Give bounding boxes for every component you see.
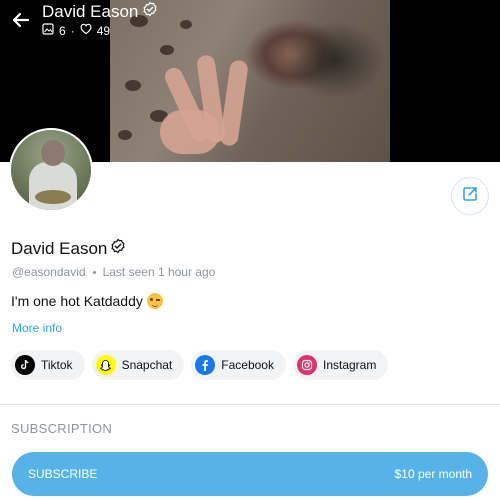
- social-label: Snapchat: [121, 358, 173, 372]
- image-icon: [42, 23, 54, 38]
- posts-count: 6: [59, 23, 66, 38]
- subscription-heading: SUBSCRIPTION: [11, 421, 113, 436]
- wink-emoji-icon: [146, 293, 163, 309]
- profile-name-group: David Eason: [11, 238, 126, 259]
- social-chip-snapchat[interactable]: Snapchat: [91, 350, 185, 380]
- verified-icon: [110, 238, 126, 259]
- cover-photo: [110, 0, 390, 162]
- bio-text: I'm one hot Katdaddy: [11, 293, 143, 309]
- likes-count: 49: [96, 23, 111, 38]
- subscribe-button[interactable]: SUBSCRIBE $10 per month: [12, 452, 488, 496]
- header-title: David Eason: [42, 1, 139, 21]
- profile-name: David Eason: [11, 238, 108, 258]
- header-title-group: David Eason: [42, 1, 158, 22]
- verified-icon: [142, 1, 158, 22]
- social-label: Instagram: [322, 358, 377, 372]
- social-chip-facebook[interactable]: Facebook: [191, 350, 286, 380]
- social-chip-instagram[interactable]: Instagram: [292, 350, 389, 380]
- tiktok-icon: [15, 355, 35, 375]
- section-divider: [0, 404, 500, 405]
- separator-dot: ·: [70, 23, 75, 38]
- heart-icon: [80, 23, 92, 38]
- handle-line: @easondavid Last seen 1 hour ago: [12, 265, 215, 279]
- facebook-icon: [195, 355, 216, 375]
- instagram-icon: [296, 355, 317, 375]
- social-chip-tiktok[interactable]: Tiktok: [11, 350, 85, 380]
- back-arrow-icon[interactable]: [10, 9, 32, 31]
- header-stats: 6 · 49: [42, 23, 110, 38]
- separator-dot: [92, 270, 96, 274]
- snapchat-icon: [95, 355, 116, 375]
- more-info-link[interactable]: More info: [12, 321, 62, 335]
- bio: I'm one hot Katdaddy: [11, 293, 163, 309]
- social-label: Tiktok: [41, 358, 73, 372]
- social-label: Facebook: [221, 358, 274, 372]
- avatar[interactable]: [9, 128, 93, 212]
- profile-handle: @easondavid: [12, 265, 86, 279]
- subscribe-label: SUBSCRIBE: [28, 467, 98, 481]
- subscribe-price: $10 per month: [394, 467, 472, 481]
- share-button[interactable]: [451, 177, 489, 215]
- social-links: Tiktok Snapchat Facebook Instagram: [11, 350, 389, 380]
- share-icon: [461, 185, 479, 208]
- last-seen: Last seen 1 hour ago: [102, 265, 216, 279]
